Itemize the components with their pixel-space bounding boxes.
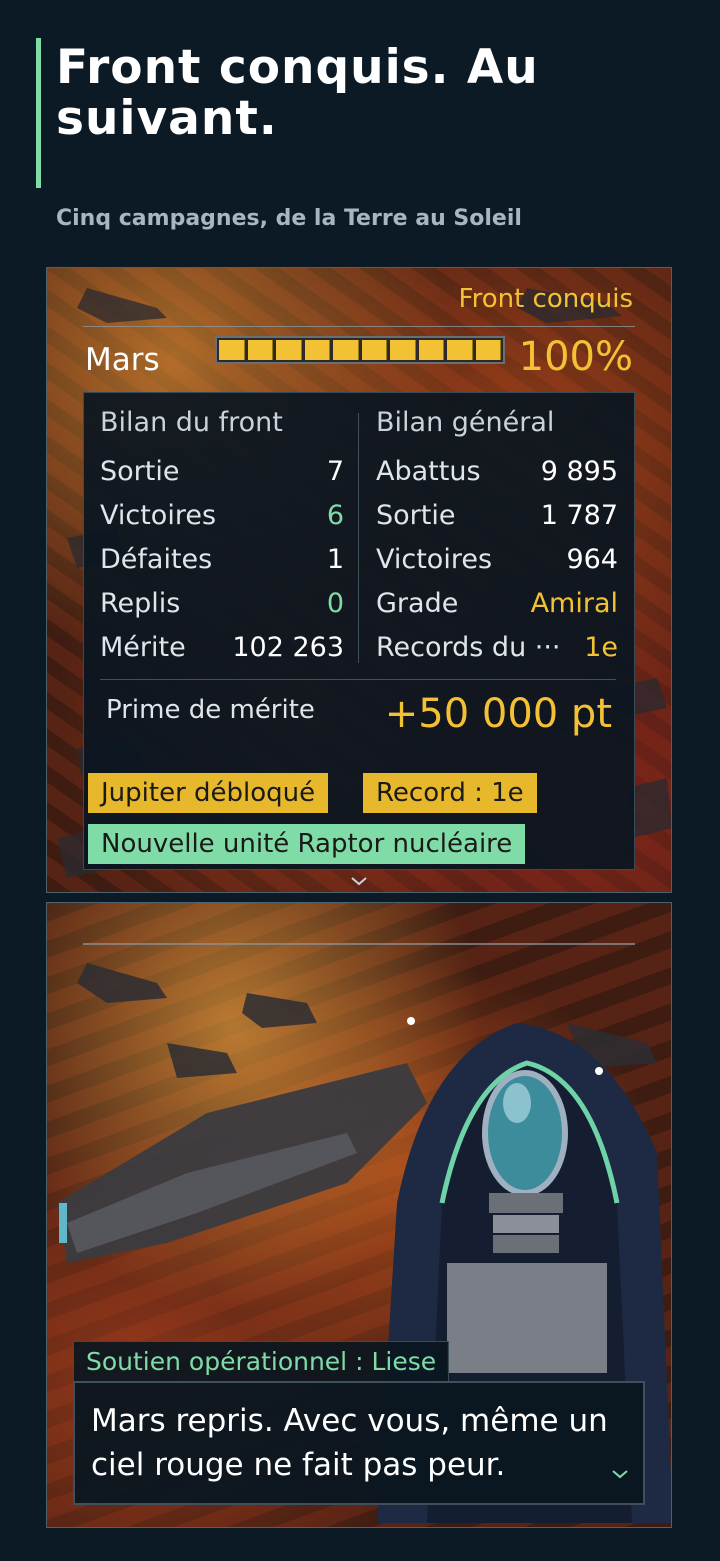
stat-value: 7	[326, 455, 344, 487]
progress-segment	[475, 340, 501, 360]
progress-segment	[333, 340, 359, 360]
progress-segment	[247, 340, 273, 360]
general-stat-row: Records du ··· 1e	[376, 627, 618, 667]
stat-value: 0	[326, 587, 344, 619]
dialog-text: Mars repris. Avec vous, même un ciel rou…	[91, 1403, 608, 1483]
conquest-progress-bar	[215, 336, 505, 364]
reward-tag-record: Record : 1e	[363, 773, 537, 813]
merit-bonus-label: Prime de mérite	[106, 695, 315, 725]
divider	[83, 943, 635, 945]
merit-bonus-value: +50 000 pt	[384, 691, 612, 737]
stat-label: Victoires	[100, 499, 217, 531]
stat-label: Mérite	[100, 631, 186, 663]
planet-name: Mars	[85, 342, 160, 378]
progress-segment	[418, 340, 444, 360]
conquest-progress-percent: 100%	[518, 334, 633, 380]
stat-value: 964	[566, 543, 618, 575]
progress-segment	[304, 340, 330, 360]
stat-label: Records du ···	[376, 631, 561, 663]
general-stat-row: Grade Amiral	[376, 583, 618, 623]
front-stat-row: Victoires 6	[100, 495, 344, 535]
stat-label: Abattus	[376, 455, 481, 487]
progress-segment	[390, 340, 416, 360]
dialog-scene-panel[interactable]: Soutien opérationnel : Liese Mars repris…	[46, 902, 672, 1528]
progress-segment	[447, 340, 473, 360]
divider	[83, 326, 635, 327]
reward-tag-new-unit: Nouvelle unité Raptor nucléaire	[88, 824, 526, 864]
stat-label: Grade	[376, 587, 459, 619]
stat-value: 1 787	[540, 499, 618, 531]
stats-box: Bilan du front Bilan général Sortie 7 Vi…	[83, 392, 635, 870]
front-stat-row: Défaites 1	[100, 539, 344, 579]
divider	[100, 679, 616, 680]
title-accent-bar	[36, 38, 41, 188]
progress-segment	[219, 340, 245, 360]
general-stat-row: Sortie 1 787	[376, 495, 618, 535]
stat-value: 9 895	[540, 455, 618, 487]
chevron-down-icon[interactable]	[350, 874, 368, 890]
dialog-speaker-name: Soutien opérationnel : Liese	[73, 1341, 450, 1383]
page-title: Front conquis. Au suivant.	[56, 40, 539, 146]
front-stat-row: Mérite 102 263	[100, 627, 344, 667]
general-stat-row: Victoires 964	[376, 539, 618, 579]
reward-tag-unlock: Jupiter débloqué	[88, 773, 329, 813]
general-stat-row: Abattus 9 895	[376, 451, 618, 491]
front-stat-row: Replis 0	[100, 583, 344, 623]
general-stats-heading: Bilan général	[376, 407, 555, 438]
progress-segment	[276, 340, 302, 360]
front-status-label: Front conquis	[458, 284, 633, 314]
front-stat-row: Sortie 7	[100, 451, 344, 491]
page-subtitle: Cinq campagnes, de la Terre au Soleil	[56, 206, 522, 231]
stat-label: Sortie	[100, 455, 180, 487]
stat-value: 102 263	[232, 631, 344, 663]
column-divider	[358, 413, 359, 663]
dialog-box[interactable]: Mars repris. Avec vous, même un ciel rou…	[73, 1381, 645, 1505]
result-panel[interactable]: Front conquis Mars 100% Bilan du front B…	[46, 267, 672, 893]
stat-label: Victoires	[376, 543, 493, 575]
stat-label: Replis	[100, 587, 181, 619]
stat-value: 6	[326, 499, 344, 531]
stat-label: Sortie	[376, 499, 456, 531]
progress-segment	[361, 340, 387, 360]
chevron-down-icon[interactable]	[611, 1453, 629, 1497]
stat-value: 1	[326, 543, 344, 575]
stat-value: Amiral	[530, 587, 618, 619]
stat-value: 1e	[584, 631, 618, 663]
front-stats-heading: Bilan du front	[100, 407, 283, 438]
stat-label: Défaites	[100, 543, 213, 575]
